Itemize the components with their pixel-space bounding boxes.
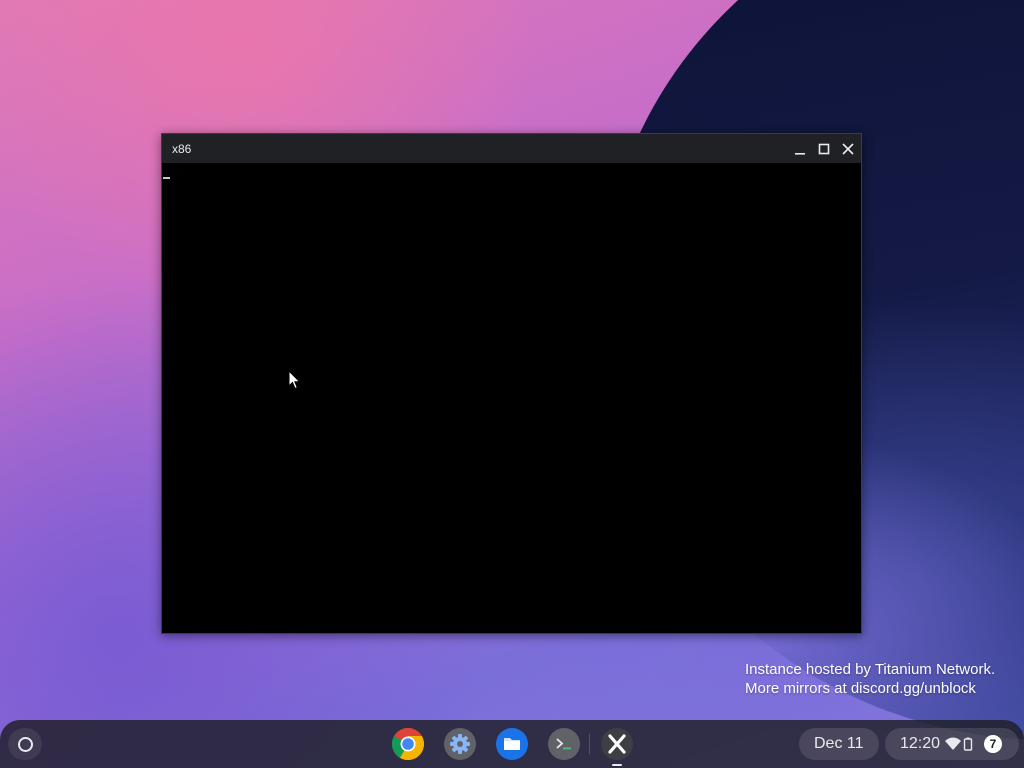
status-tray-button[interactable]: 12:20 7 <box>885 728 1019 760</box>
terminal-screen[interactable] <box>162 163 861 633</box>
shelf-divider <box>589 734 590 754</box>
x86-app-window[interactable]: x86 <box>161 133 862 634</box>
shelf-app-files[interactable] <box>496 728 528 760</box>
date-label: Dec 11 <box>814 735 864 752</box>
close-icon <box>842 143 854 155</box>
running-indicator <box>612 764 622 766</box>
folder-icon <box>504 738 520 750</box>
hosting-notice-line2: More mirrors at discord.gg/unblock <box>745 680 976 697</box>
shelf-app-x86[interactable] <box>601 728 633 760</box>
maximize-button[interactable] <box>813 138 835 160</box>
desktop-wallpaper: x86 Instance hosted by Titanium Network.… <box>0 0 1024 768</box>
text-cursor <box>163 177 170 179</box>
window-title: x86 <box>172 142 192 156</box>
shelf-app-settings[interactable] <box>444 728 476 760</box>
window-titlebar[interactable]: x86 <box>162 134 861 163</box>
launcher-button[interactable] <box>8 728 42 760</box>
battery-icon <box>963 737 973 751</box>
date-tray-button[interactable]: Dec 11 <box>799 728 879 760</box>
gear-icon <box>450 734 470 754</box>
shelf-app-chrome[interactable] <box>391 728 425 761</box>
hosting-notice: Instance hosted by Titanium Network. Mor… <box>745 660 995 698</box>
minimize-button[interactable] <box>789 138 811 160</box>
launcher-circle-icon <box>18 737 33 752</box>
clock-time: 12:20 <box>900 735 941 752</box>
terminal-icon <box>556 738 571 750</box>
mouse-pointer-icon <box>288 370 301 390</box>
minimize-icon <box>795 153 805 155</box>
notification-count-badge: 7 <box>984 735 1002 753</box>
close-button[interactable] <box>837 138 859 160</box>
hosting-notice-line1: Instance hosted by Titanium Network. <box>745 661 996 678</box>
chrome-icon <box>391 728 425 761</box>
x86-icon <box>608 734 626 754</box>
shelf: Dec 11 12:20 7 <box>0 720 1024 768</box>
maximize-icon <box>818 143 830 155</box>
shelf-app-terminal[interactable] <box>548 728 580 760</box>
wifi-icon <box>945 737 961 750</box>
